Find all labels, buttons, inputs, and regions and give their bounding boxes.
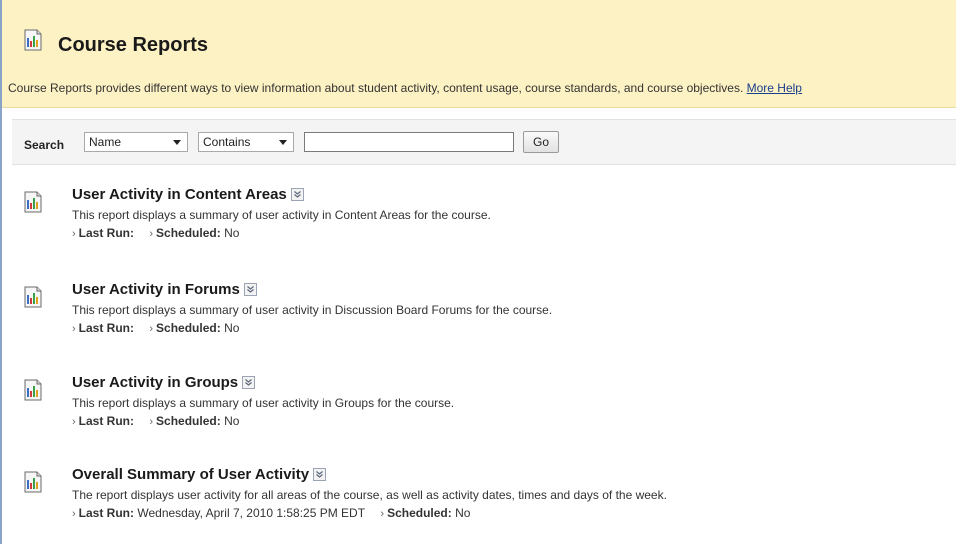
chevron-double-down-icon (245, 378, 253, 386)
chevron-right-icon: › (72, 416, 76, 428)
more-help-link[interactable]: More Help (747, 81, 802, 95)
report-chart-icon (22, 29, 44, 56)
report-title-link[interactable]: User Activity in Content Areas (72, 186, 287, 203)
scheduled-label: Scheduled: (156, 414, 221, 428)
report-chart-icon (22, 379, 44, 406)
search-operator-select[interactable]: Contains (198, 132, 294, 152)
search-bar: Search Name Contains Go (12, 119, 956, 165)
report-chart-icon (22, 471, 44, 498)
scheduled-label: Scheduled: (156, 321, 221, 335)
report-menu-button[interactable] (242, 375, 256, 389)
page-title: Course Reports (58, 34, 209, 56)
chevron-double-down-icon (246, 285, 254, 293)
report-body: User Activity in Forums This report disp… (72, 278, 553, 336)
scheduled-label: Scheduled: (387, 506, 452, 520)
scheduled-value: No (224, 414, 240, 428)
course-reports-page: Course Reports Course Reports provides d… (0, 0, 956, 544)
search-field-select[interactable]: Name (84, 132, 188, 152)
last-run-label: Last Run: (78, 321, 135, 335)
chevron-right-icon: › (72, 228, 76, 240)
last-run-label: Last Run: (78, 506, 135, 520)
report-body: Overall Summary of User Activity The rep… (72, 463, 667, 521)
report-title-row: User Activity in Forums (72, 278, 552, 300)
last-run-label: Last Run: (78, 226, 135, 240)
page-header: Course Reports Course Reports provides d… (2, 0, 956, 108)
title-row: Course Reports (22, 28, 208, 57)
report-chart-icon (22, 191, 44, 218)
report-title-row: Overall Summary of User Activity (72, 463, 667, 485)
scheduled-value: No (455, 506, 471, 520)
page-description-text: Course Reports provides different ways t… (8, 81, 744, 95)
report-menu-button[interactable] (290, 187, 304, 201)
report-body: User Activity in Groups This report disp… (72, 371, 455, 429)
report-menu-button[interactable] (313, 467, 327, 481)
report-description: This report displays a summary of user a… (72, 208, 491, 222)
chevron-double-down-icon (316, 470, 323, 478)
report-title-row: User Activity in Groups (72, 371, 454, 393)
report-chart-icon (22, 286, 44, 313)
report-description: The report displays user activity for al… (72, 488, 667, 502)
search-operator-value: Contains (203, 135, 251, 149)
report-body: User Activity in Content Areas This repo… (72, 183, 491, 241)
report-meta: › Last Run: › Scheduled: No (72, 226, 491, 240)
chevron-right-icon: › (72, 508, 76, 520)
search-field-value: Name (89, 135, 122, 149)
report-meta: › Last Run: › Scheduled: No (72, 414, 454, 428)
last-run-label: Last Run: (78, 414, 135, 428)
report-meta: › Last Run: Wednesday, April 7, 2010 1:58… (72, 506, 667, 520)
chevron-right-icon: › (149, 323, 154, 335)
go-button[interactable]: Go (523, 131, 559, 153)
chevron-right-icon: › (72, 323, 76, 335)
page-description: Course Reports provides different ways t… (8, 81, 802, 95)
report-description: This report displays a summary of user a… (72, 396, 455, 410)
chevron-right-icon: › (149, 416, 154, 428)
report-meta: › Last Run: › Scheduled: No (72, 321, 552, 335)
last-run-value: Wednesday, April 7, 2010 1:58:25 PM EDT (137, 506, 366, 520)
dropdown-arrow-icon (279, 140, 287, 145)
report-title-link[interactable]: User Activity in Groups (72, 374, 238, 391)
scheduled-value: No (224, 321, 240, 335)
report-title-row: User Activity in Content Areas (72, 183, 491, 205)
chevron-double-down-icon (293, 190, 301, 198)
report-title-link[interactable]: Overall Summary of User Activity (72, 466, 309, 483)
search-label: Search (24, 138, 65, 152)
dropdown-arrow-icon (173, 140, 181, 145)
chevron-right-icon: › (380, 508, 385, 520)
chevron-right-icon: › (149, 228, 154, 240)
report-description: This report displays a summary of user a… (72, 303, 553, 317)
scheduled-value: No (224, 226, 240, 240)
scheduled-label: Scheduled: (156, 226, 221, 240)
report-menu-button[interactable] (243, 282, 257, 296)
search-input[interactable] (304, 132, 514, 152)
report-title-link[interactable]: User Activity in Forums (72, 281, 240, 298)
